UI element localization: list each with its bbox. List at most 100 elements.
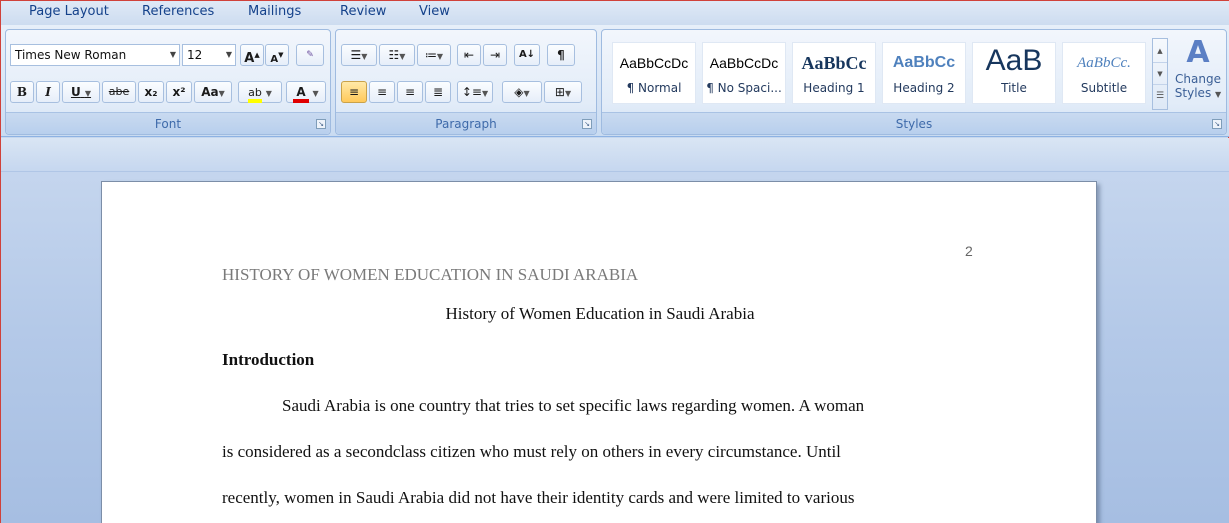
tab-references[interactable]: References — [142, 4, 214, 19]
style-subtitle[interactable]: AaBbCc. Subtitle — [1062, 42, 1146, 104]
italic-button[interactable]: I — [36, 81, 60, 103]
font-family-value: Times New Roman — [15, 48, 127, 62]
subscript-button[interactable]: x₂ — [138, 81, 164, 103]
pilcrow-icon: ¶ — [557, 48, 565, 62]
bullets-button[interactable]: ☰▼ — [341, 44, 377, 66]
styles-gallery-scroll[interactable]: ▲ ▼ ☰ — [1152, 38, 1168, 110]
style-no-spacing[interactable]: AaBbCcDc ¶ No Spaci... — [702, 42, 786, 104]
paragraph-group-label: Paragraph — [336, 112, 596, 134]
align-left-icon: ≡ — [348, 85, 360, 99]
highlight-button[interactable]: ab ▼ — [238, 81, 282, 103]
style-heading-1-name: Heading 1 — [803, 81, 865, 95]
font-color-button[interactable]: A ▼ — [286, 81, 326, 103]
running-head: HISTORY OF WOMEN EDUCATION IN SAUDI ARAB… — [222, 265, 639, 284]
style-heading-2-sample: AaBbCc — [892, 54, 956, 71]
borders-icon: ⊞ — [554, 85, 565, 99]
document-page[interactable]: 2 HISTORY OF WOMEN EDUCATION IN SAUDI AR… — [101, 181, 1097, 523]
change-case-button[interactable]: Aa▼ — [194, 81, 232, 103]
align-center-icon: ≡ — [376, 85, 388, 99]
superscript-button[interactable]: x² — [166, 81, 192, 103]
line-spacing-icon: ↕≡ — [461, 85, 482, 99]
body-line-2: is considered as a secondclass citizen w… — [222, 442, 841, 461]
chevron-down-icon: ▼ — [169, 50, 176, 59]
ribbon-tab-bar: Page Layout References Mailings Review V… — [1, 1, 1229, 25]
font-group-label: Font — [6, 112, 330, 134]
style-normal-sample: AaBbCcDc — [619, 55, 689, 71]
decrease-indent-button[interactable]: ⇤ — [457, 44, 481, 66]
grow-font-button[interactable]: A▲ — [240, 44, 264, 66]
align-left-button[interactable]: ≡ — [341, 81, 367, 103]
font-size-combo[interactable]: 12 ▼ — [182, 44, 236, 66]
styles-dialog-launcher-icon[interactable]: ↘ — [1212, 119, 1222, 129]
style-normal-name: ¶ Normal — [626, 81, 682, 95]
borders-button[interactable]: ⊞▼ — [544, 81, 582, 103]
font-size-value: 12 — [187, 48, 203, 62]
line-spacing-button[interactable]: ↕≡▼ — [457, 81, 493, 103]
clear-formatting-button[interactable]: ✎ — [296, 44, 324, 66]
tab-review[interactable]: Review — [340, 4, 386, 19]
align-right-button[interactable]: ≡ — [397, 81, 423, 103]
underline-icon: U — [70, 85, 81, 99]
shading-button[interactable]: ◈▼ — [502, 81, 542, 103]
increase-indent-button[interactable]: ⇥ — [483, 44, 507, 66]
bold-button[interactable]: B — [10, 81, 34, 103]
chevron-down-icon: ▼ — [225, 50, 232, 59]
strikethrough-button[interactable]: abe — [102, 81, 136, 103]
change-styles-label-2: Styles — [1174, 86, 1212, 100]
font-color-icon: A — [293, 85, 309, 103]
bold-icon: B — [16, 85, 28, 99]
paragraph-dialog-launcher-icon[interactable]: ↘ — [582, 119, 592, 129]
ribbon: Times New Roman ▼ 12 ▼ A▲ A▼ ✎ B I U ▼ a… — [1, 25, 1229, 137]
shrink-font-button[interactable]: A▼ — [265, 44, 289, 66]
style-normal[interactable]: AaBbCcDc ¶ Normal — [612, 42, 696, 104]
style-title-name: Title — [1001, 81, 1027, 95]
style-heading-1-sample: AaBbCc — [801, 53, 867, 73]
change-styles-label-row: Styles ▼ — [1172, 86, 1224, 102]
show-formatting-button[interactable]: ¶ — [547, 44, 575, 66]
chevron-down-icon: ▼ — [1215, 90, 1222, 99]
scroll-up-icon[interactable]: ▲ — [1153, 39, 1167, 63]
paragraph-group: ☰▼ ☷▼ ≔▼ ⇤ ⇥ A↓ ¶ ≡ ≡ ≡ ≣ ↕≡▼ ◈▼ ⊞▼ Para… — [335, 29, 597, 135]
shrink-font-icon: A — [270, 54, 279, 65]
numbered-list-icon: ☷ — [388, 48, 400, 62]
underline-button[interactable]: U ▼ — [62, 81, 100, 103]
grow-font-icon: A — [244, 51, 255, 66]
styles-group-label: Styles — [602, 112, 1226, 134]
style-heading-2-name: Heading 2 — [893, 81, 955, 95]
style-title[interactable]: AaB Title — [972, 42, 1056, 104]
numbering-button[interactable]: ☷▼ — [379, 44, 415, 66]
ruler-band — [1, 138, 1229, 172]
page-number: 2 — [965, 243, 973, 259]
multilevel-list-button[interactable]: ≔▼ — [417, 44, 451, 66]
style-heading-2[interactable]: AaBbCc Heading 2 — [882, 42, 966, 104]
justify-button[interactable]: ≣ — [425, 81, 451, 103]
change-styles-icon: A — [1186, 35, 1210, 70]
tab-view[interactable]: View — [419, 4, 450, 19]
sort-button[interactable]: A↓ — [514, 44, 540, 66]
highlight-icon: ab — [248, 86, 262, 103]
multilevel-list-icon: ≔ — [424, 48, 437, 62]
style-heading-1[interactable]: AaBbCc Heading 1 — [792, 42, 876, 104]
section-heading: Introduction — [222, 350, 315, 369]
change-styles-button[interactable]: A Change Styles ▼ — [1172, 34, 1224, 114]
change-styles-label-1: Change — [1175, 72, 1221, 86]
superscript-icon: x² — [172, 85, 186, 99]
justify-icon: ≣ — [432, 85, 444, 99]
style-subtitle-sample: AaBbCc. — [1077, 55, 1131, 71]
increase-indent-icon: ⇥ — [489, 48, 501, 62]
align-center-button[interactable]: ≡ — [369, 81, 395, 103]
scroll-down-icon[interactable]: ▼ — [1153, 63, 1167, 85]
style-no-spacing-name: ¶ No Spaci... — [706, 81, 782, 95]
tab-mailings[interactable]: Mailings — [248, 4, 301, 19]
bullet-list-icon: ☰ — [350, 48, 362, 62]
font-family-combo[interactable]: Times New Roman ▼ — [10, 44, 180, 66]
gallery-more-icon[interactable]: ☰ — [1153, 85, 1167, 109]
body-line-1: Saudi Arabia is one country that tries t… — [282, 396, 865, 415]
style-subtitle-name: Subtitle — [1080, 81, 1128, 95]
align-right-icon: ≡ — [404, 85, 416, 99]
font-dialog-launcher-icon[interactable]: ↘ — [316, 119, 326, 129]
document-title: History of Women Education in Saudi Arab… — [445, 304, 755, 323]
tab-page-layout[interactable]: Page Layout — [29, 4, 109, 19]
paint-bucket-icon: ◈ — [514, 85, 524, 99]
strikethrough-icon: abe — [108, 85, 130, 98]
